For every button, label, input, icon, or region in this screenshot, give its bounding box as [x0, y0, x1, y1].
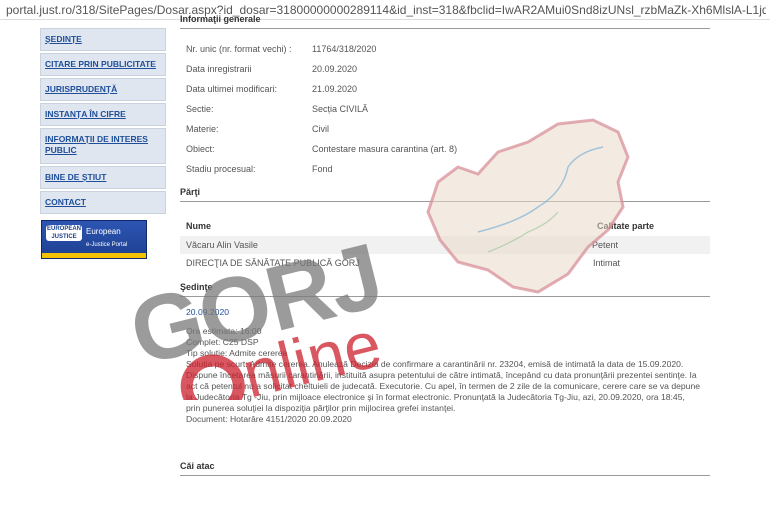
info-label: Stadiu procesual: — [186, 164, 256, 174]
hearing-solution-summary: Solutia pe scurt: Admite cererea. Anulea… — [186, 359, 701, 413]
sidebar-nav: ȘEDINȚE CITARE PRIN PUBLICITATE JURISPRU… — [40, 28, 166, 259]
parties-heading: Părţi — [180, 187, 710, 202]
parties-table-header: Nume Calitate parte — [180, 216, 710, 236]
sidebar-item-citare[interactable]: CITARE PRIN PUBLICITATE — [40, 53, 166, 76]
info-label: Data ultimei modificari: — [186, 84, 278, 94]
info-value: Fond — [312, 164, 333, 174]
table-row: Văcaru Alin Vasile Petent — [180, 236, 710, 254]
info-value: Civil — [312, 124, 329, 134]
general-info-table: Nr. unic (nr. format vechi) : 11764/318/… — [180, 39, 710, 179]
info-value: 20.09.2020 — [312, 64, 358, 74]
info-label: Obiect: — [186, 144, 215, 154]
info-row: Nr. unic (nr. format vechi) : 11764/318/… — [180, 39, 710, 59]
hearing-time: Ora estimata: 16:00 — [186, 326, 262, 336]
case-details: Informaţii generale Nr. unic (nr. format… — [180, 14, 710, 476]
party-name: DIRECŢIA DE SĂNĂTATE PUBLICĂ GORJ — [186, 258, 360, 268]
info-value: Contestare masura carantina (art. 8) — [312, 144, 458, 154]
general-info-heading: Informaţii generale — [180, 14, 710, 29]
hearing-date: 20.09.2020 — [186, 307, 230, 317]
party-role-column-header: Calitate parte — [596, 221, 654, 231]
hearing-solution-type: Tip solutie: Admite cererea — [186, 348, 288, 358]
ejustice-portal-banner[interactable]: EUROPEAN JUSTICE European e-Justice Port… — [41, 220, 147, 259]
party-role: Petent — [591, 240, 618, 250]
sidebar-item-jurisprudenta[interactable]: JURISPRUDENȚĂ — [40, 78, 166, 101]
ejustice-logo: EUROPEAN JUSTICE — [46, 225, 82, 241]
party-name: Văcaru Alin Vasile — [186, 240, 258, 250]
hearing-panel: Complet: C25 DSP — [186, 337, 259, 347]
info-row: Obiect: Contestare masura carantina (art… — [180, 139, 710, 159]
sidebar-item-contact[interactable]: CONTACT — [40, 191, 166, 214]
info-row: Sectie: Secția CIVILĂ — [180, 99, 710, 119]
ejustice-flag-stripe — [42, 253, 146, 258]
ejustice-title: European — [86, 227, 121, 236]
info-value: 11764/318/2020 — [312, 44, 377, 54]
hearing-document: Document: Hotarâre 4151/2020 20.09.2020 — [186, 414, 352, 424]
info-value: Secția CIVILĂ — [312, 104, 369, 114]
info-label: Nr. unic (nr. format vechi) : — [186, 44, 292, 54]
info-value: 21.09.2020 — [312, 84, 358, 94]
info-row: Data inregistrarii 20.09.2020 — [180, 59, 710, 79]
sidebar-item-sedinte[interactable]: ȘEDINȚE — [40, 28, 166, 51]
info-label: Materie: — [186, 124, 219, 134]
party-name-column-header: Nume — [186, 221, 212, 231]
info-label: Data inregistrarii — [186, 64, 252, 74]
hearings-heading: Şedinţe — [180, 282, 710, 297]
info-row: Materie: Civil — [180, 119, 710, 139]
table-row: DIRECŢIA DE SĂNĂTATE PUBLICĂ GORJ Intima… — [180, 254, 710, 272]
info-row: Data ultimei modificari: 21.09.2020 — [180, 79, 710, 99]
hearing-entry: 20.09.2020 Ora estimata: 16:00 Complet: … — [180, 307, 710, 425]
sidebar-item-instanta-in-cifre[interactable]: INSTANȚA ÎN CIFRE — [40, 103, 166, 126]
info-row: Stadiu procesual: Fond — [180, 159, 710, 179]
info-label: Sectie: — [186, 104, 214, 114]
party-role: Intimat — [592, 258, 620, 268]
sidebar-item-informatii-interes-public[interactable]: INFORMAȚII DE INTERES PUBLIC — [40, 128, 166, 164]
sidebar-item-bine-de-stiut[interactable]: BINE DE ȘTIUT — [40, 166, 166, 189]
appeals-heading: Căi atac — [180, 461, 710, 476]
ejustice-subtitle: e-Justice Portal — [86, 242, 128, 248]
